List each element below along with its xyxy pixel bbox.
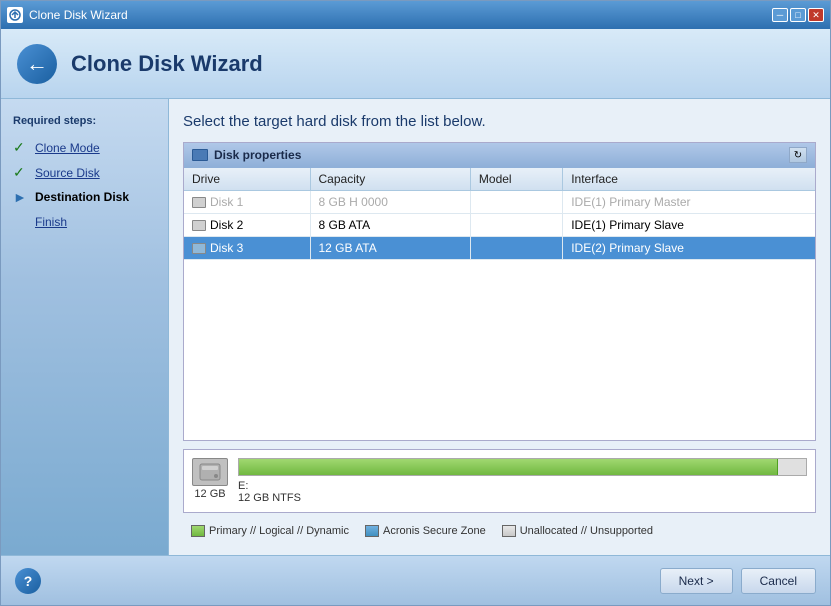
cell-capacity: 8 GB ATA — [310, 214, 470, 237]
app-icon — [7, 7, 23, 23]
partition-size: 12 GB NTFS — [238, 492, 807, 504]
table-row[interactable]: Disk 1 8 GB H 0000 IDE(1) Primary Master — [184, 191, 815, 214]
drive-letter: E: — [238, 480, 807, 492]
cell-capacity: 8 GB H 0000 — [310, 191, 470, 214]
sidebar-item-finish[interactable]: ✓ Finish — [1, 209, 168, 234]
legend-label-unalloc: Unallocated // Unsupported — [520, 525, 653, 537]
help-button[interactable]: ? — [15, 568, 41, 594]
sidebar-item-destination-disk[interactable]: ► Destination Disk — [1, 185, 168, 209]
footer: ? Next > Cancel — [1, 555, 830, 605]
disk-size-label: 12 GB — [192, 488, 228, 500]
legend-primary: Primary // Logical // Dynamic — [191, 525, 349, 537]
cell-interface: IDE(1) Primary Master — [563, 191, 815, 214]
col-capacity: Capacity — [310, 168, 470, 191]
partition-bar-container — [238, 458, 807, 476]
legend-icon-unalloc — [502, 525, 516, 537]
disk-thumbnail — [192, 458, 228, 486]
sidebar-section-label: Required steps: — [1, 115, 168, 135]
disk-thumb-container: 12 GB — [192, 458, 228, 500]
maximize-button[interactable]: □ — [790, 8, 806, 22]
legend-label-acronis: Acronis Secure Zone — [383, 525, 486, 537]
legend-unalloc: Unallocated // Unsupported — [502, 525, 653, 537]
close-button[interactable]: ✕ — [808, 8, 824, 22]
title-bar: Clone Disk Wizard ─ □ ✕ — [1, 1, 830, 29]
cell-drive: Disk 3 — [184, 237, 310, 260]
check-icon-source: ✓ — [13, 164, 29, 181]
window-controls: ─ □ ✕ — [772, 8, 824, 22]
check-icon-finish: ✓ — [13, 213, 29, 230]
partition-bar — [239, 459, 778, 475]
cell-drive: Disk 1 — [184, 191, 310, 214]
col-model: Model — [470, 168, 562, 191]
title-bar-left: Clone Disk Wizard — [7, 7, 128, 23]
partition-info: E: 12 GB NTFS — [238, 458, 807, 504]
right-panel: Select the target hard disk from the lis… — [169, 99, 830, 555]
hdd-icon-selected — [192, 243, 206, 254]
sidebar-item-source-disk[interactable]: ✓ Source Disk — [1, 160, 168, 185]
disk-properties-panel: Disk properties ↻ Drive Capacity Model I… — [183, 142, 816, 441]
cell-drive: Disk 2 — [184, 214, 310, 237]
refresh-button[interactable]: ↻ — [789, 147, 807, 163]
legend-icon-primary — [191, 525, 205, 537]
disk-properties-header: Disk properties ↻ — [184, 143, 815, 168]
table-row[interactable]: Disk 2 8 GB ATA IDE(1) Primary Slave — [184, 214, 815, 237]
cell-model — [470, 191, 562, 214]
header: ← Clone Disk Wizard — [1, 29, 830, 99]
next-button[interactable]: Next > — [660, 568, 733, 594]
legend-acronis: Acronis Secure Zone — [365, 525, 486, 537]
footer-buttons: Next > Cancel — [660, 568, 816, 594]
disk-icon-small — [192, 149, 208, 161]
header-title: Clone Disk Wizard — [71, 51, 263, 77]
disk-properties-title: Disk properties — [214, 148, 301, 162]
window-title: Clone Disk Wizard — [29, 8, 128, 22]
hdd-icon — [192, 197, 206, 208]
disk-props-title-row: Disk properties — [192, 148, 301, 162]
header-icon: ← — [17, 44, 57, 84]
panel-instruction: Select the target hard disk from the lis… — [183, 113, 816, 130]
source-disk-link[interactable]: Source Disk — [35, 166, 100, 180]
footer-left: ? — [15, 568, 41, 594]
sidebar-item-clone-mode[interactable]: ✓ Clone Mode — [1, 135, 168, 160]
cancel-button[interactable]: Cancel — [741, 568, 816, 594]
destination-disk-label: Destination Disk — [35, 190, 129, 204]
clone-mode-link[interactable]: Clone Mode — [35, 141, 100, 155]
legend-label-primary: Primary // Logical // Dynamic — [209, 525, 349, 537]
minimize-button[interactable]: ─ — [772, 8, 788, 22]
window: Clone Disk Wizard ─ □ ✕ ← Clone Disk Wiz… — [0, 0, 831, 606]
cell-model — [470, 237, 562, 260]
disk-table-container: Drive Capacity Model Interface — [184, 168, 815, 440]
arrow-icon-active: ► — [13, 189, 29, 205]
cell-interface: IDE(2) Primary Slave — [563, 237, 815, 260]
back-arrow-icon: ← — [26, 53, 48, 75]
legend-icon-acronis — [365, 525, 379, 537]
legend: Primary // Logical // Dynamic Acronis Se… — [183, 521, 816, 541]
main-content: Required steps: ✓ Clone Mode ✓ Source Di… — [1, 99, 830, 555]
cell-interface: IDE(1) Primary Slave — [563, 214, 815, 237]
col-drive: Drive — [184, 168, 310, 191]
bottom-info-panel: 12 GB E: 12 GB NTFS — [183, 449, 816, 513]
disk-table: Drive Capacity Model Interface — [184, 168, 815, 260]
cell-model — [470, 214, 562, 237]
col-interface: Interface — [563, 168, 815, 191]
hdd-icon — [192, 220, 206, 231]
table-row[interactable]: Disk 3 12 GB ATA IDE(2) Primary Slave — [184, 237, 815, 260]
cell-capacity: 12 GB ATA — [310, 237, 470, 260]
finish-link[interactable]: Finish — [35, 215, 67, 229]
check-icon-clone: ✓ — [13, 139, 29, 156]
sidebar: Required steps: ✓ Clone Mode ✓ Source Di… — [1, 99, 169, 555]
